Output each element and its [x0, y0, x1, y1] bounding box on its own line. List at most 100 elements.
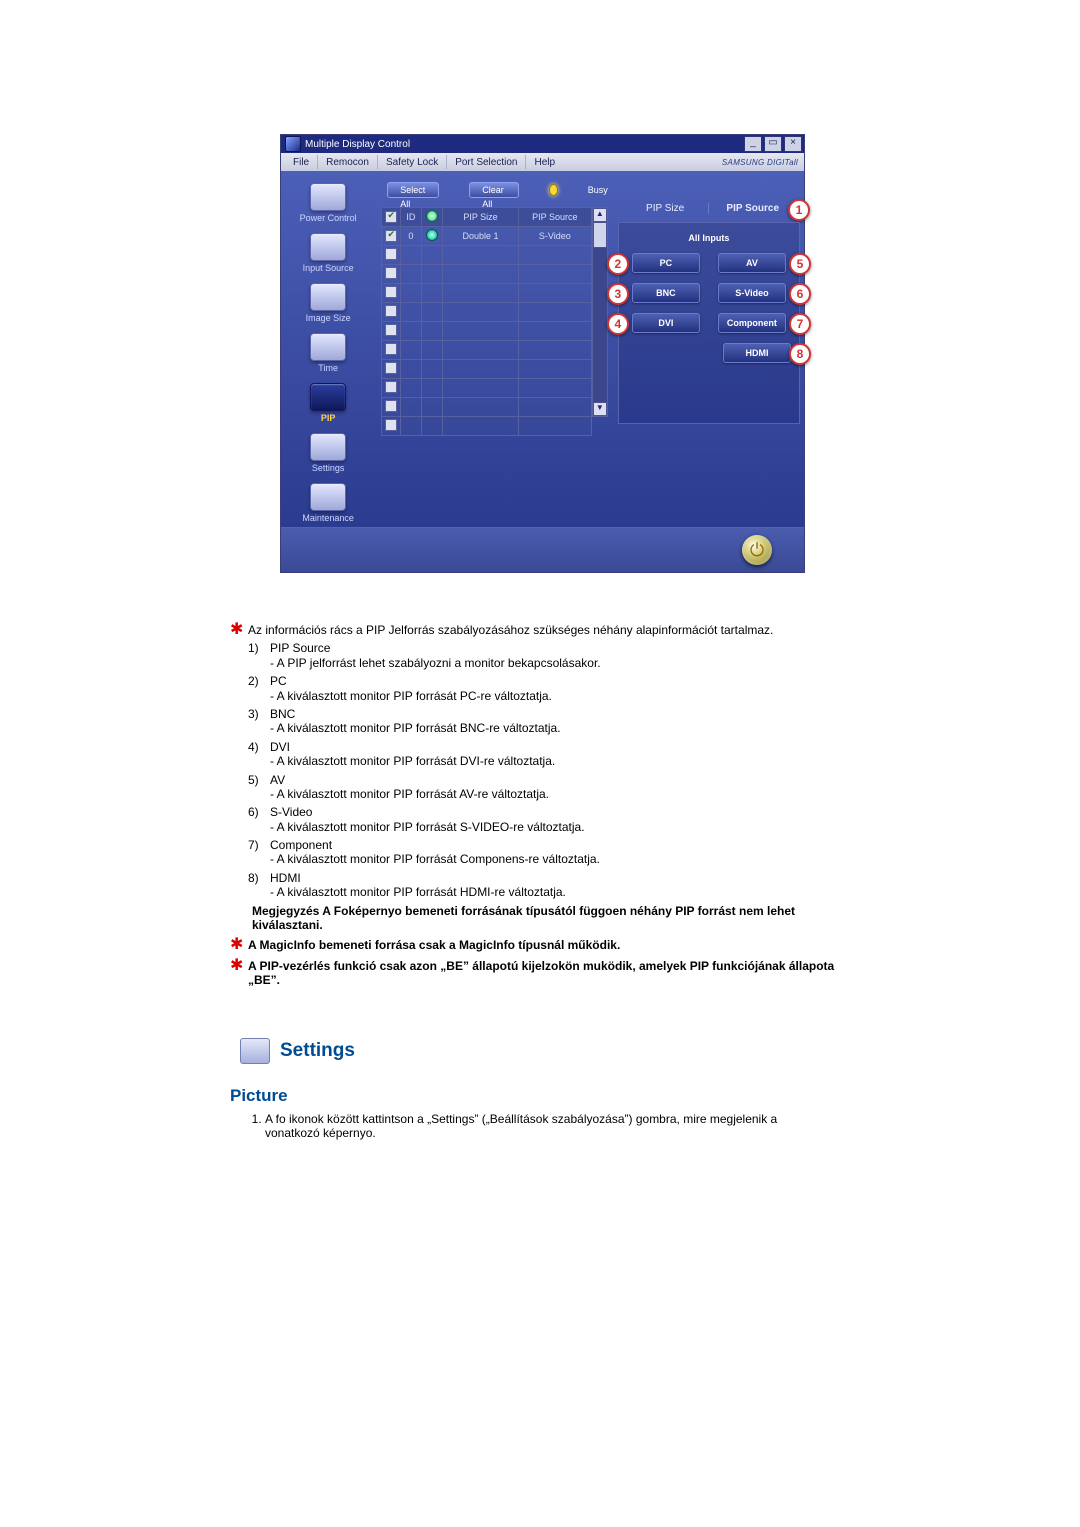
sidebar-item-label: Image Size: [306, 313, 351, 323]
callout-2: 2: [607, 253, 629, 275]
pip-source-dvi-button[interactable]: DVI: [632, 313, 700, 333]
picture-steps: A fo ikonok között kattintson a „Setting…: [245, 1112, 835, 1140]
table-row[interactable]: [382, 284, 592, 303]
list-desc: - A kiválasztott monitor PIP forrását BN…: [248, 721, 850, 735]
row-checkbox[interactable]: [385, 248, 397, 260]
row-checkbox[interactable]: [385, 362, 397, 374]
cell-pip-size: Double 1: [443, 227, 519, 246]
scroll-up-button[interactable]: ▲: [593, 208, 607, 222]
cell-pip-source: [518, 341, 591, 360]
table-row[interactable]: [382, 303, 592, 322]
row-checkbox[interactable]: [385, 343, 397, 355]
menu-safety-lock[interactable]: Safety Lock: [378, 157, 446, 168]
doc-note: Megjegyzés A Foképernyo bemeneti forrásá…: [230, 904, 850, 933]
sidebar-item-label: Settings: [312, 463, 345, 473]
callout-3: 3: [607, 283, 629, 305]
menu-remocon[interactable]: Remocon: [318, 157, 377, 168]
cell-status: [421, 227, 443, 246]
table-row[interactable]: [382, 379, 592, 398]
power-orb-icon[interactable]: ⏻: [742, 535, 772, 565]
row-checkbox[interactable]: [385, 230, 397, 242]
cell-id: [401, 398, 421, 417]
menu-help[interactable]: Help: [526, 157, 563, 168]
pip-source-component-button[interactable]: Component: [718, 313, 786, 333]
header-checkbox[interactable]: [385, 211, 397, 223]
cell-pip-size: [443, 360, 519, 379]
scroll-thumb[interactable]: [593, 222, 607, 248]
cell-pip-source: [518, 360, 591, 379]
pip-source-panel: All Inputs 2 PC AV 5 3 BNC S-Video 6: [618, 222, 800, 424]
row-checkbox[interactable]: [385, 419, 397, 431]
scroll-down-button[interactable]: ▼: [593, 402, 607, 416]
pip-source-svideo-button[interactable]: S-Video: [718, 283, 786, 303]
list-number: 3): [248, 707, 270, 721]
sidebar-item-input-source[interactable]: Input Source: [288, 233, 368, 273]
pip-source-bnc-button[interactable]: BNC: [632, 283, 700, 303]
document-text: ✱ Az információs rács a PIP Jelforrás sz…: [230, 623, 850, 988]
cell-pip-size: [443, 322, 519, 341]
menu-port-selection[interactable]: Port Selection: [447, 157, 525, 168]
brand-logo: SAMSUNG DIGITall: [722, 158, 798, 167]
col-power-icon: [421, 208, 443, 227]
list-number: 2): [248, 674, 270, 688]
table-row[interactable]: 0Double 1S-Video: [382, 227, 592, 246]
maximize-button[interactable]: ▭: [764, 136, 782, 152]
settings-heading: Settings: [240, 1038, 910, 1064]
close-button[interactable]: ×: [784, 136, 802, 152]
cell-id: [401, 246, 421, 265]
doc-star-3: A PIP-vezérlés funkció csak azon „BE” ál…: [248, 959, 850, 988]
grid-scrollbar[interactable]: ▲ ▼: [592, 207, 608, 417]
grid-toolbar: Select All Clear All Busy: [381, 181, 608, 199]
input-source-icon: [310, 233, 346, 261]
cell-pip-size: [443, 284, 519, 303]
pip-source-pc-button[interactable]: PC: [632, 253, 700, 273]
panel-title: All Inputs: [627, 233, 791, 243]
row-checkbox[interactable]: [385, 305, 397, 317]
row-checkbox[interactable]: [385, 381, 397, 393]
list-title: AV: [270, 773, 285, 787]
cell-status: [421, 265, 443, 284]
maintenance-icon: [310, 483, 346, 511]
table-row[interactable]: [382, 341, 592, 360]
table-row[interactable]: [382, 322, 592, 341]
cell-status: [421, 360, 443, 379]
minimize-button[interactable]: _: [744, 136, 762, 152]
cell-id: [401, 303, 421, 322]
row-checkbox[interactable]: [385, 400, 397, 412]
table-row[interactable]: [382, 265, 592, 284]
sidebar-item-settings[interactable]: Settings: [288, 433, 368, 473]
list-title: BNC: [270, 707, 295, 721]
busy-indicator-icon: [549, 184, 558, 196]
sidebar-item-time[interactable]: Time: [288, 333, 368, 373]
cell-status: [421, 284, 443, 303]
select-all-button[interactable]: Select All: [387, 182, 439, 198]
star-icon: ✱: [230, 938, 246, 952]
row-checkbox[interactable]: [385, 286, 397, 298]
menu-file[interactable]: File: [285, 157, 317, 168]
row-checkbox[interactable]: [385, 324, 397, 336]
app-window: Multiple Display Control _ ▭ × File Remo…: [280, 134, 805, 573]
table-row[interactable]: [382, 246, 592, 265]
sidebar-item-pip[interactable]: PIP: [288, 383, 368, 423]
clear-all-button[interactable]: Clear All: [469, 182, 519, 198]
list-title: S-Video: [270, 805, 312, 819]
callout-8: 8: [789, 343, 811, 365]
pip-source-av-button[interactable]: AV: [718, 253, 786, 273]
cell-status: [421, 398, 443, 417]
cell-pip-size: [443, 417, 519, 436]
time-icon: [310, 333, 346, 361]
cell-pip-size: [443, 398, 519, 417]
picture-step-1: A fo ikonok között kattintson a „Setting…: [265, 1112, 835, 1140]
table-row[interactable]: [382, 360, 592, 379]
right-pane: PIP Size PIP Source 1 All Inputs 2 PC AV…: [614, 171, 804, 527]
window-buttons: _ ▭ ×: [744, 136, 802, 152]
table-row[interactable]: [382, 398, 592, 417]
sidebar-item-maintenance[interactable]: Maintenance: [288, 483, 368, 523]
pip-source-hdmi-button[interactable]: HDMI: [723, 343, 791, 363]
callout-6: 6: [789, 283, 811, 305]
row-checkbox[interactable]: [385, 267, 397, 279]
image-size-icon: [310, 283, 346, 311]
sidebar-item-power-control[interactable]: Power Control: [288, 183, 368, 223]
table-row[interactable]: [382, 417, 592, 436]
sidebar-item-image-size[interactable]: Image Size: [288, 283, 368, 323]
